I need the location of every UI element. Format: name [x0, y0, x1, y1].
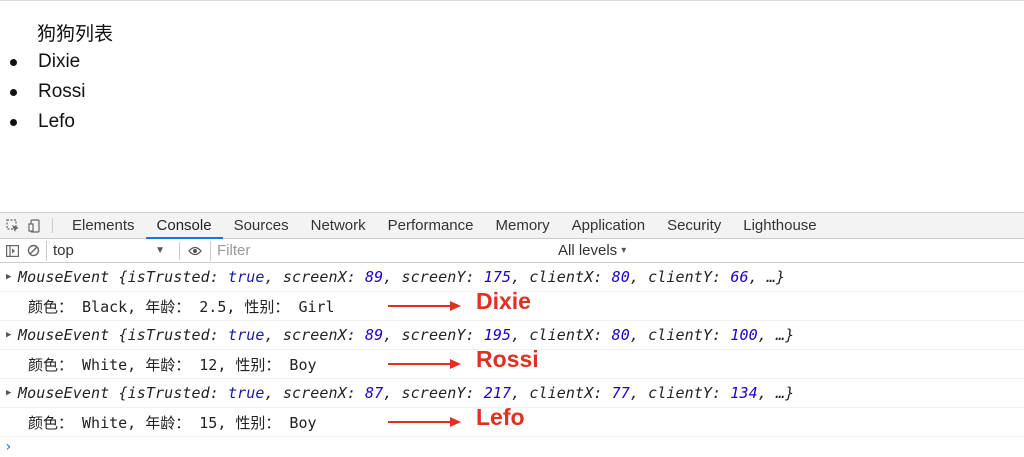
value: 80 — [611, 326, 630, 344]
list-item[interactable]: Lefo — [0, 109, 86, 139]
console-log-message: 颜色： White, 年龄： 12, 性别： Boy Rossi — [0, 346, 1024, 379]
chevron-down-icon: ▼ — [155, 245, 165, 256]
log-levels-dropdown[interactable]: All levels ▾ — [558, 242, 626, 259]
value: 80 — [611, 268, 630, 286]
value: true — [228, 268, 265, 286]
object-name: MouseEvent — [18, 326, 110, 344]
dog-list: Dixie Rossi Lefo — [0, 49, 86, 139]
object-name: MouseEvent — [18, 384, 110, 402]
console-messages: ▶ MouseEvent {isTrusted: true, screenX: … — [0, 263, 1024, 457]
console-log-message: 颜色： Black, 年龄： 2.5, 性别： Girl Dixie — [0, 288, 1024, 321]
dog-name: Rossi — [38, 81, 86, 102]
value: 89 — [365, 268, 384, 286]
console-filterbar: top ▼ All levels ▾ — [0, 239, 1024, 263]
tab-performance[interactable]: Performance — [377, 213, 485, 238]
ellipsis: … — [775, 384, 786, 402]
value: 175 — [483, 268, 512, 286]
log-text: 颜色： Black, 年龄： 2.5, 性别： Girl — [28, 297, 335, 316]
context-value: top — [53, 242, 74, 259]
annotation-arrow — [388, 301, 461, 311]
ellipsis: … — [775, 326, 786, 344]
prompt-chevron-icon: › — [4, 439, 13, 455]
dog-name: Lefo — [38, 111, 75, 132]
list-item[interactable]: Rossi — [0, 79, 86, 109]
value: 89 — [365, 326, 384, 344]
tab-network[interactable]: Network — [300, 213, 377, 238]
expand-triangle-icon[interactable]: ▶ — [6, 330, 18, 340]
dog-name: Dixie — [38, 51, 81, 72]
expand-triangle-icon[interactable]: ▶ — [6, 388, 18, 398]
tab-sources[interactable]: Sources — [223, 213, 300, 238]
value: 217 — [483, 384, 512, 402]
tab-console[interactable]: Console — [145, 213, 223, 239]
inspect-element-icon[interactable] — [4, 213, 22, 238]
divider — [52, 218, 53, 233]
value: 77 — [611, 384, 630, 402]
eye-icon[interactable] — [179, 241, 204, 260]
log-text: 颜色： White, 年龄： 12, 性别： Boy — [28, 355, 317, 374]
value: 195 — [483, 326, 512, 344]
sidebar-toggle-icon[interactable] — [3, 242, 21, 260]
tab-elements[interactable]: Elements — [61, 213, 146, 238]
annotation-arrow — [388, 417, 461, 427]
list-item[interactable]: Dixie — [0, 49, 86, 79]
annotation-label: Lefo — [476, 404, 525, 430]
annotation-arrow — [388, 359, 461, 369]
annotation-label: Dixie — [476, 288, 531, 314]
ellipsis: … — [766, 268, 776, 286]
context-selector[interactable]: top ▼ — [46, 240, 171, 261]
bullet-icon — [10, 89, 17, 96]
tab-application[interactable]: Application — [561, 213, 656, 238]
filter-input[interactable] — [210, 240, 552, 261]
clear-console-icon[interactable] — [24, 242, 42, 260]
page-content: 狗狗列表 Dixie Rossi Lefo — [0, 0, 1024, 212]
console-log-message: 颜色： White, 年龄： 15, 性别： Boy Lefo — [0, 404, 1024, 437]
bullet-icon — [10, 119, 17, 126]
tab-lighthouse[interactable]: Lighthouse — [732, 213, 827, 238]
value: true — [228, 384, 265, 402]
value: 87 — [365, 384, 384, 402]
levels-label: All levels — [558, 242, 618, 259]
device-toolbar-icon[interactable] — [26, 213, 44, 238]
expand-triangle-icon[interactable]: ▶ — [6, 272, 18, 282]
bullet-icon — [10, 59, 17, 66]
tab-security[interactable]: Security — [656, 213, 732, 238]
value: 66 — [730, 268, 749, 286]
tab-memory[interactable]: Memory — [485, 213, 561, 238]
devtools-tabbar: Elements Console Sources Network Perform… — [0, 212, 1024, 239]
object-name: MouseEvent — [18, 268, 110, 286]
value: 134 — [730, 384, 758, 402]
console-prompt[interactable]: › — [0, 437, 1024, 457]
value: true — [228, 326, 265, 344]
annotation-label: Rossi — [476, 346, 539, 372]
value: 100 — [730, 326, 758, 344]
log-text: 颜色： White, 年龄： 15, 性别： Boy — [28, 413, 317, 432]
chevron-down-icon: ▾ — [621, 245, 627, 256]
devtools-panel: Elements Console Sources Network Perform… — [0, 212, 1024, 457]
page-title: 狗狗列表 — [37, 23, 114, 45]
